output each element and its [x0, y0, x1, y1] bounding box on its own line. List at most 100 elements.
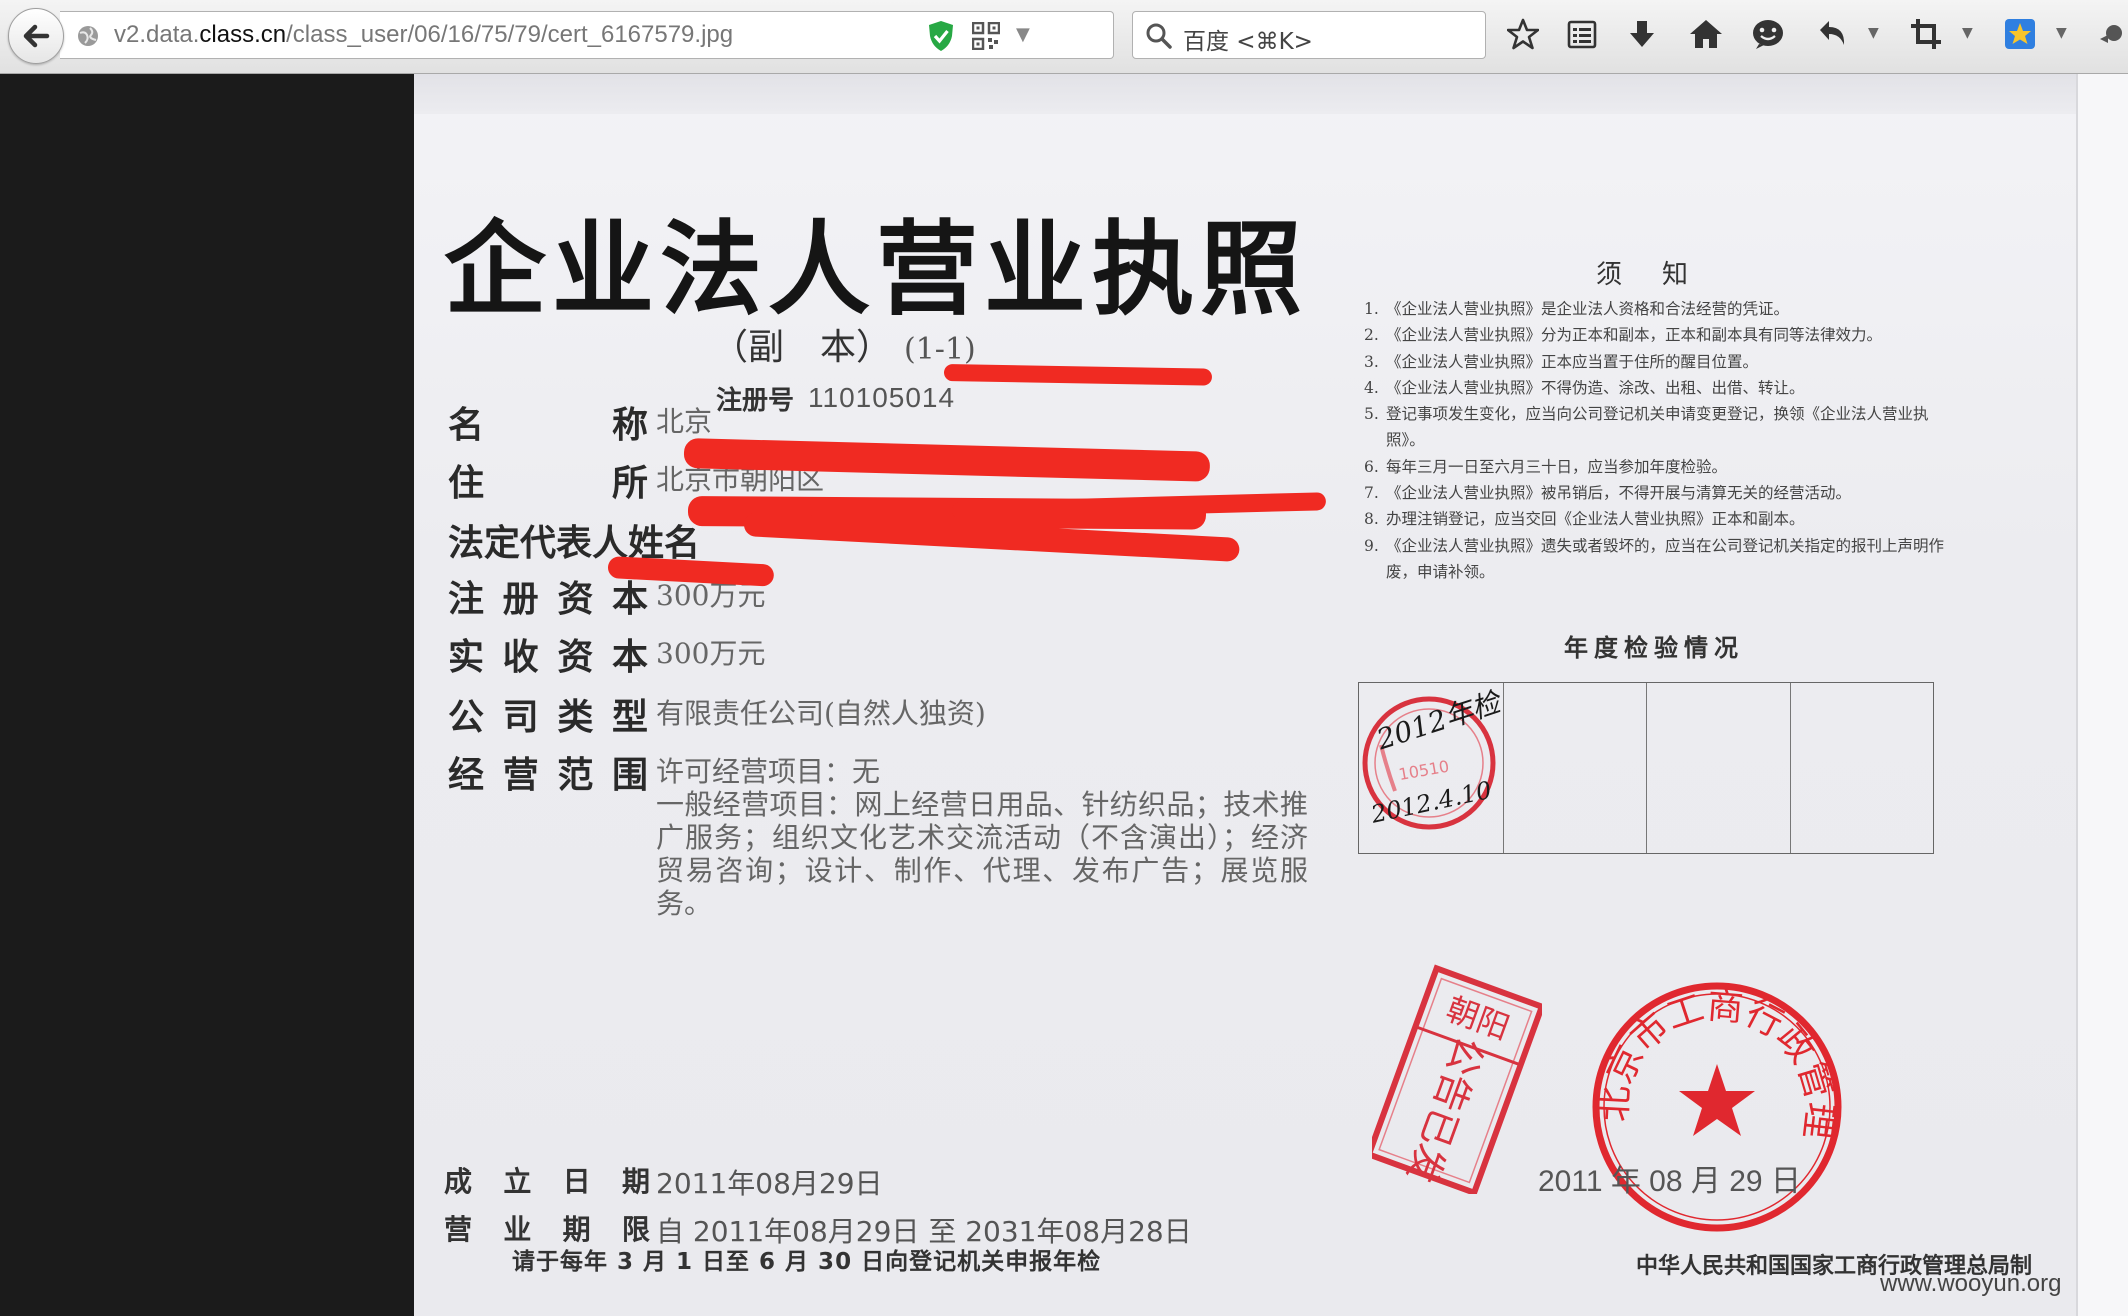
field-label-char: 围 [611, 755, 648, 796]
note-text: 登记事项发生变化，应当向公司登记机关申请变更登记，换领《企业法人营业执照》。 [1386, 405, 1929, 450]
undo-close-tab-button[interactable] [1812, 14, 1852, 54]
favorites-button[interactable] [2000, 14, 2040, 54]
field-label-char: 本 [611, 637, 648, 678]
chat-button[interactable] [1748, 14, 1788, 54]
license-title: 企业法人营业执照 [444, 211, 1308, 330]
url-history-dropdown-icon[interactable]: ▼ [1016, 24, 1030, 45]
extension-icon [2100, 25, 2122, 43]
annual-inspection-cell [1647, 683, 1791, 853]
date-value: 2011年08月29日 [656, 1167, 883, 1200]
field-label-char: 册 [502, 579, 539, 620]
screenshot-crop-button[interactable] [1906, 14, 1946, 54]
back-button[interactable] [8, 8, 64, 64]
annual-inspection-title: 年度检验情况 [1564, 633, 1744, 662]
globe-icon [78, 26, 98, 46]
field-label-char: 范 [557, 755, 594, 796]
annual-stamp-handwriting: 2012年检 [1372, 685, 1503, 757]
home-button[interactable] [1686, 14, 1726, 54]
note-number: 5. [1364, 405, 1379, 424]
bookmarks-list-icon [1567, 20, 1597, 49]
viewer-background [0, 74, 414, 1316]
note-item: 1. 《企业法人营业执照》是企业法人资格和合法经营的凭证。 [1356, 296, 1946, 322]
bookmark-star-button[interactable] [1503, 14, 1543, 54]
field-label-char: 收 [502, 637, 539, 678]
note-text: 《企业法人营业执照》分为正本和副本，正本和副本具有同等法律效力。 [1386, 326, 1883, 345]
annual-inspection-cell [1791, 683, 1933, 853]
note-text: 《企业法人营业执照》被吊销后，不得开展与清算无关的经营活动。 [1386, 484, 1852, 503]
extension-button[interactable] [2094, 14, 2128, 54]
note-item: 4. 《企业法人营业执照》不得伪造、涂改、出租、出借、转让。 [1356, 375, 1946, 401]
note-item: 2. 《企业法人营业执照》分为正本和副本，正本和副本具有同等法律效力。 [1356, 322, 1946, 348]
note-item: 6. 每年三月一日至六月三十日，应当参加年度检验。 [1356, 454, 1946, 480]
search-input[interactable]: 百度 <⌘K> [1183, 22, 1313, 56]
date-label-char: 营 [444, 1213, 473, 1246]
note-item: 8. 办理注销登记，应当交回《企业法人营业执照》正本和副本。 [1356, 506, 1946, 532]
field-label: 名称 [448, 396, 648, 448]
seal-star-icon [1679, 1064, 1755, 1136]
public-notice-stamp: 朝阳 公告已发 [1372, 964, 1542, 1194]
date-label: 成立日期 [444, 1160, 650, 1200]
note-text: 《企业法人营业执照》是企业法人资格和合法经营的凭证。 [1386, 300, 1790, 318]
downloads-button[interactable] [1622, 14, 1662, 54]
crop-dropdown-icon[interactable]: ▼ [1962, 25, 1973, 41]
date-label-char: 成 [444, 1165, 473, 1198]
qr-code-icon[interactable] [972, 22, 1000, 50]
note-item: 7. 《企业法人营业执照》被吊销后，不得开展与清算无关的经营活动。 [1356, 480, 1946, 506]
registration-number-value: 110105014 [808, 382, 956, 413]
note-item: 9. 《企业法人营业执照》遗失或者毁坏的，应当在公司登记机关指定的报刊上声明作废，… [1356, 533, 1946, 586]
favorites-dropdown-icon[interactable]: ▼ [2056, 25, 2067, 41]
address-bar[interactable]: v2.data.class.cn/class_user/06/16/75/79/… [60, 11, 1155, 59]
undo-arrow-icon [1820, 21, 1845, 45]
back-arrow-icon [23, 24, 50, 48]
field-value: 300万元 [656, 637, 766, 670]
annual-inspection-cell [1504, 683, 1648, 853]
url-path: /class_user/06/16/75/79/cert_6167579.jpg [286, 21, 734, 48]
note-item: 3. 《企业法人营业执照》正本应当置于住所的醒目位置。 [1356, 349, 1946, 375]
field-label-char: 公 [448, 697, 485, 738]
date-label-char: 期 [621, 1165, 650, 1198]
note-text: 《企业法人营业执照》遗失或者毁坏的，应当在公司登记机关指定的报刊上声明作废，申请… [1386, 536, 1945, 581]
note-number: 1. [1364, 300, 1379, 318]
note-number: 6. [1364, 457, 1379, 476]
notes-title: 须知 [1596, 260, 1729, 290]
subtitle-code: (1-1) [904, 332, 976, 367]
note-number: 4. [1364, 378, 1379, 397]
note-text: 《企业法人营业执照》正本应当置于住所的醒目位置。 [1386, 352, 1759, 371]
home-icon [1690, 20, 1722, 48]
search-bar[interactable]: 百度 <⌘K> [1132, 11, 1486, 59]
star-icon [1507, 18, 1539, 50]
note-text: 《企业法人营业执照》不得伪造、涂改、出租、出借、转让。 [1386, 378, 1805, 397]
shield-check-icon[interactable] [928, 20, 954, 52]
note-number: 8. [1364, 510, 1379, 529]
field-label-char: 称 [611, 405, 648, 446]
note-item: 5. 登记事项发生变化，应当向公司登记机关申请变更登记，换领《企业法人营业执照》。 [1356, 401, 1946, 454]
field-label: 经营范围 [448, 746, 648, 798]
field-value: 北京 [656, 405, 713, 438]
undo-dropdown-icon[interactable]: ▼ [1868, 25, 1879, 41]
search-icon [1146, 23, 1172, 49]
note-number: 9. [1364, 536, 1379, 555]
paper-top-edge [414, 74, 2128, 114]
crop-icon [1911, 19, 1941, 49]
url-text[interactable]: v2.data.class.cn/class_user/06/16/75/79/… [114, 21, 733, 49]
field-label-char: 资 [557, 637, 594, 678]
field-label-char: 注 [448, 579, 485, 620]
field-value: 许可经营项目：无 [656, 755, 881, 788]
paper-right-edge [2076, 74, 2128, 1316]
watermark: www.wooyun.org [1880, 1270, 2062, 1297]
favorites-star-icon [2005, 19, 2035, 49]
note-text: 每年三月一日至六月三十日，应当参加年度检验。 [1386, 457, 1728, 476]
annual-inspection-stamp: 10510 2012年检 2012.4.10 [1362, 685, 1507, 830]
download-arrow-icon [1630, 21, 1654, 47]
smiley-chat-icon [1753, 20, 1783, 49]
annual-stamp-date: 2012.4.10 [1368, 776, 1494, 829]
field-label-char: 实 [448, 637, 485, 678]
bookmarks-list-button[interactable] [1562, 14, 1602, 54]
field-label-char: 营 [502, 755, 539, 796]
date-label-char: 立 [503, 1165, 532, 1198]
field-label-char: 类 [557, 697, 594, 738]
business-scope-text: 一般经营项目：网上经营日用品、针纺织品；技术推广服务；组织文化艺术交流活动（不含… [656, 788, 1308, 920]
license-subtitle: （副 本） (1-1) [712, 318, 976, 370]
url-prefix: v2.data. [114, 21, 200, 48]
browser-toolbar: v2.data.class.cn/class_user/06/16/75/79/… [0, 0, 2128, 74]
